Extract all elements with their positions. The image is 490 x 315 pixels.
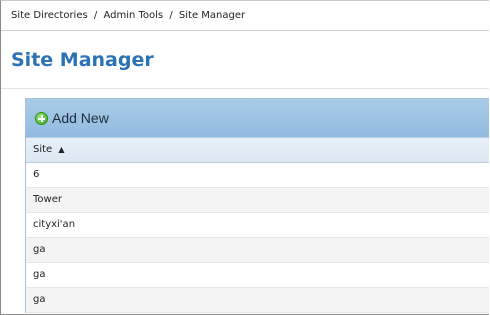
site-cell: Tower [33,194,62,205]
title-divider [1,88,489,89]
table-row[interactable]: ga [26,238,489,263]
site-cell: cityxi'an [33,219,76,230]
site-manager-window: Site Directories / Admin Tools / Site Ma… [0,0,489,315]
table-row[interactable]: cityxi'an [26,213,489,238]
breadcrumb-separator: / [93,10,98,21]
grid-toolbar: Add New [26,99,489,137]
breadcrumb-divider [1,30,489,31]
site-cell: ga [33,244,46,255]
plus-circle-icon [35,111,48,125]
add-new-button[interactable]: Add New [35,110,109,126]
table-row[interactable]: Tower [26,188,489,213]
breadcrumb-separator: / [169,10,173,21]
table-row[interactable]: ga [26,288,489,313]
column-header-label: Site [33,144,53,155]
table-row[interactable]: ga [26,263,489,288]
sort-ascending-icon: ▲ [58,145,65,154]
breadcrumb-item-site-directories[interactable]: Site Directories [11,10,88,21]
column-header-site[interactable]: Site ▲ [26,137,489,163]
site-cell: 6 [33,169,40,180]
add-new-label: Add New [52,110,109,126]
site-cell: ga [33,269,46,280]
breadcrumb-item-site-manager: Site Manager [178,10,246,21]
table-row[interactable]: 6 [26,163,489,188]
site-grid: Add New Site ▲ 6 Tower cityxi'an ga ga g… [25,98,489,313]
site-cell: ga [33,294,46,305]
page-title: Site Manager [11,49,154,71]
breadcrumb: Site Directories / Admin Tools / Site Ma… [11,10,245,21]
breadcrumb-item-admin-tools[interactable]: Admin Tools [103,10,163,21]
